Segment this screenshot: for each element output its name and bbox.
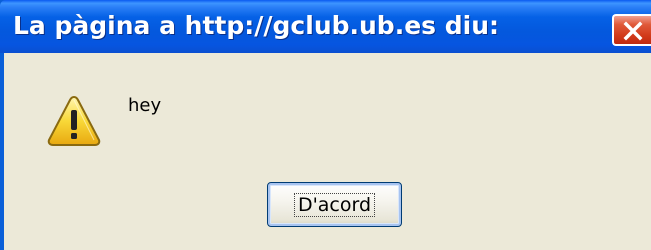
close-button[interactable]: [612, 14, 651, 46]
close-icon: [623, 21, 643, 41]
alert-message: hey: [128, 95, 162, 116]
ok-button-label: D'acord: [293, 192, 376, 217]
alert-dialog-window: La pàgina a http://gclub.ub.es diu: hey …: [0, 0, 651, 250]
warning-icon: [47, 95, 101, 146]
title-bar[interactable]: La pàgina a http://gclub.ub.es diu:: [0, 0, 651, 53]
ok-button[interactable]: D'acord: [267, 182, 402, 227]
window-title: La pàgina a http://gclub.ub.es diu:: [13, 11, 499, 40]
